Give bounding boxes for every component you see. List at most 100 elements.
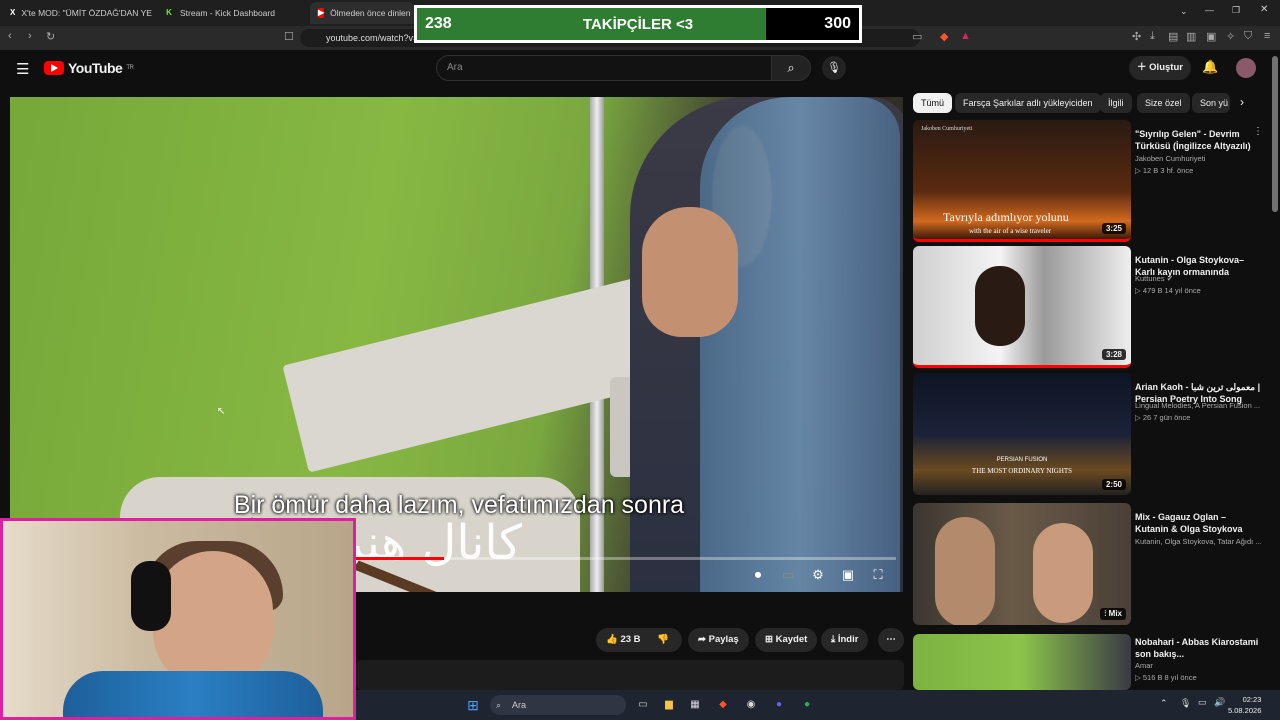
item-menu-icon[interactable]: ⋮: [1253, 126, 1263, 137]
shorts-play-icon: ▷: [1135, 413, 1143, 422]
duration-badge: 3:25: [1101, 223, 1126, 234]
chip-for-you[interactable]: Size özel: [1137, 93, 1190, 113]
task-view-icon[interactable]: ▭: [634, 696, 652, 714]
search-input[interactable]: Ara: [436, 55, 772, 81]
network-icon[interactable]: ▭: [1198, 697, 1207, 708]
thumb-person: [975, 266, 1025, 346]
reading-list-icon[interactable]: ▤: [1168, 30, 1178, 43]
thumb-person: [935, 517, 995, 625]
recommendation-item[interactable]: Nobahari - Abbas Kiarostami son bakış...…: [913, 634, 1265, 690]
spotify-icon[interactable]: ●: [798, 696, 816, 714]
theater-mode-icon[interactable]: ▣: [838, 567, 858, 587]
volume-icon[interactable]: 🔊: [1214, 697, 1225, 708]
autoplay-toggle-icon[interactable]: ⏺: [748, 567, 768, 587]
youtube-logo[interactable]: YouTube TR: [44, 60, 134, 76]
recommendation-title: Nobahari - Abbas Kiarostami son bakış...: [1135, 637, 1259, 659]
meta-text: 516 B 8 yıl önce: [1142, 673, 1197, 682]
headset-icon: [131, 561, 171, 631]
clock-time: 02:23: [1242, 695, 1262, 704]
thumbs-down-icon[interactable]: 👎: [657, 634, 669, 645]
search-button[interactable]: ⌕: [771, 55, 811, 81]
recommendation-meta: ▷ 12 B 3 hf. önce: [1135, 166, 1193, 175]
forward-icon[interactable]: ›: [28, 30, 32, 42]
youtube-icon: ▶: [318, 8, 325, 18]
brave-browser-icon[interactable]: ◆: [714, 696, 732, 714]
file-explorer-icon[interactable]: ▆: [660, 696, 678, 714]
save-label: Kaydet: [775, 634, 808, 645]
notifications-bell-icon[interactable]: 🔔: [1202, 59, 1218, 75]
share-button[interactable]: ➦ Paylaş: [688, 628, 749, 652]
like-button[interactable]: 👍 23 B 👎: [596, 628, 682, 652]
voice-search-button[interactable]: 🎙: [822, 56, 846, 80]
tab-kick[interactable]: K Stream - Kick Dashboard: [156, 2, 306, 24]
brave-shield-icon[interactable]: ◆: [940, 30, 948, 43]
create-button[interactable]: ＋ Oluştur: [1129, 56, 1191, 80]
bookmark-icon[interactable]: ☐: [284, 30, 294, 43]
fullscreen-icon[interactable]: ⛶: [868, 567, 888, 587]
search-icon: ⌕: [787, 60, 795, 75]
duration-badge: 2:50: [1101, 479, 1126, 490]
region-code: TR: [126, 65, 134, 71]
chip-related[interactable]: İlgili: [1100, 93, 1132, 113]
scrollbar-thumb[interactable]: [1272, 56, 1278, 212]
maximize-icon[interactable]: ❐: [1232, 5, 1240, 16]
mix-badge: ⫶ Mix: [1100, 608, 1126, 620]
chevron-right-icon[interactable]: ›: [1240, 95, 1244, 109]
recommendation-channel: Kuttunes ✔: [1135, 274, 1263, 283]
subtitles-icon[interactable]: ▭: [778, 567, 798, 587]
close-icon[interactable]: ✕: [1260, 4, 1268, 15]
streamer-webcam: [0, 518, 356, 720]
leo-icon[interactable]: ✧: [1226, 30, 1235, 43]
cast-icon[interactable]: ▭: [912, 30, 922, 43]
avatar[interactable]: [1236, 58, 1256, 78]
youtube-play-icon: [44, 61, 64, 75]
extensions-icon[interactable]: ✣: [1132, 30, 1141, 43]
thumb-subcaption: THE MOST ORDINARY NIGHTS: [971, 467, 1073, 475]
browser-menu-icon[interactable]: ≡: [1264, 30, 1270, 42]
video-description-box[interactable]: [356, 660, 904, 690]
chip-recent[interactable]: Son yü: [1192, 93, 1230, 113]
settings-gear-icon[interactable]: ⚙: [808, 567, 828, 587]
minimize-icon[interactable]: —: [1205, 5, 1214, 15]
video-watermark: کانال هنر: [340, 515, 522, 571]
channel-text: Kuttunes: [1135, 274, 1165, 283]
search-placeholder: Ara: [447, 62, 463, 73]
plus-icon: ＋: [1137, 62, 1150, 73]
obs-icon[interactable]: ◉: [742, 696, 760, 714]
tab-list-chevron-icon[interactable]: ⌄: [1180, 6, 1188, 17]
reload-icon[interactable]: ↻: [46, 30, 55, 43]
taskbar-search[interactable]: ⌕ Ara: [490, 695, 626, 715]
tab-x[interactable]: X X'te MOD: "ÜMİT ÖZDAĞ'DAN YENİ: [2, 2, 152, 24]
back-icon[interactable]: ‹: [8, 30, 12, 42]
taskbar-clock[interactable]: 02:23 5.08.2026: [1228, 694, 1261, 716]
wallet-icon[interactable]: ▣: [1206, 30, 1216, 43]
hamburger-menu-icon[interactable]: ☰: [16, 60, 29, 78]
mic-tray-icon[interactable]: 🎙: [1180, 698, 1191, 709]
recommendation-item[interactable]: PERSIAN FUSION THE MOST ORDINARY NIGHTS …: [913, 373, 1265, 495]
save-button[interactable]: ⊞ Kaydet: [755, 628, 818, 652]
mix-label: Mix: [1108, 609, 1122, 618]
more-actions-button[interactable]: ⋯: [878, 628, 904, 652]
download-button[interactable]: ⤓ İndir: [821, 628, 869, 652]
recommendation-item[interactable]: Jakoben Cumhuriyeti Tavrıyla adımlıyor y…: [913, 120, 1265, 242]
sidebar-icon[interactable]: ▥: [1186, 30, 1196, 43]
brave-rewards-icon[interactable]: ▲: [960, 30, 971, 42]
like-count: 23 B: [620, 634, 641, 645]
recommendation-meta: ▷ 26 7 gün önce: [1135, 413, 1190, 422]
shorts-play-icon: ▷: [1135, 673, 1143, 682]
chip-all[interactable]: Tümü: [913, 93, 953, 113]
tray-chevron-icon[interactable]: ⌃: [1160, 698, 1168, 709]
windows-start-icon[interactable]: ⊞: [464, 696, 482, 714]
vpn-icon[interactable]: ⛉: [1244, 30, 1252, 43]
recommendation-item[interactable]: ⫶ Mix Mix - Gagauz Oglan – Kutanin & Olg…: [913, 503, 1265, 625]
search-icon: ⌕: [496, 700, 502, 710]
store-icon[interactable]: ▦: [686, 696, 704, 714]
share-icon: ➦: [698, 634, 709, 645]
tab-youtube-active[interactable]: ▶ Ölmeden önce dinlen: [310, 2, 414, 24]
recommendation-item[interactable]: 3:28 Kutanin - Olga Stoykova–Karlı kayın…: [913, 246, 1265, 368]
meta-text: 26 7 gün önce: [1142, 413, 1191, 422]
chip-uploader[interactable]: Farsça Şarkılar adlı yükleyiciden: [955, 93, 1101, 113]
downloads-icon[interactable]: ⤓: [1150, 30, 1155, 43]
discord-icon[interactable]: ●: [770, 696, 788, 714]
x-logo-icon: X: [10, 8, 16, 17]
